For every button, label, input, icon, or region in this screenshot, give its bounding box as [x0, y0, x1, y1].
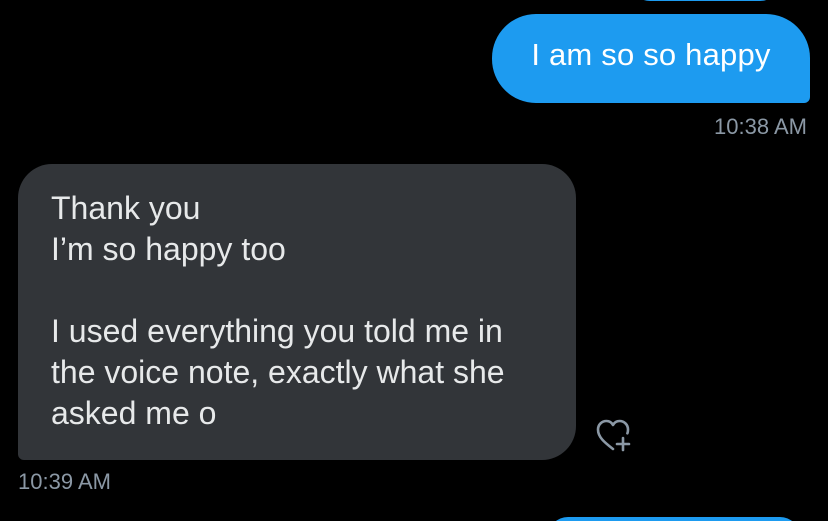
previous-message-bubble — [630, 0, 780, 1]
add-reaction-button[interactable] — [594, 416, 636, 454]
received-message-bubble[interactable]: Thank you I’m so happy too I used everyt… — [18, 164, 576, 460]
next-message-bubble — [548, 517, 800, 521]
received-message-line: I’m so happy too — [51, 231, 286, 267]
sent-message-timestamp: 10:38 AM — [714, 114, 807, 139]
received-message-timestamp: 10:39 AM — [18, 469, 111, 494]
received-message-line: I used everything you told me in — [51, 313, 503, 349]
received-message-line: the voice note, exactly what she — [51, 354, 505, 390]
received-message-line: Thank you — [51, 190, 201, 226]
heart-plus-icon — [596, 419, 631, 452]
received-message-line: asked me o — [51, 395, 217, 431]
sent-message-text: I am so so happy — [531, 36, 771, 72]
received-message-blank-line — [51, 270, 544, 311]
sent-message-bubble[interactable]: I am so so happy — [492, 14, 810, 103]
